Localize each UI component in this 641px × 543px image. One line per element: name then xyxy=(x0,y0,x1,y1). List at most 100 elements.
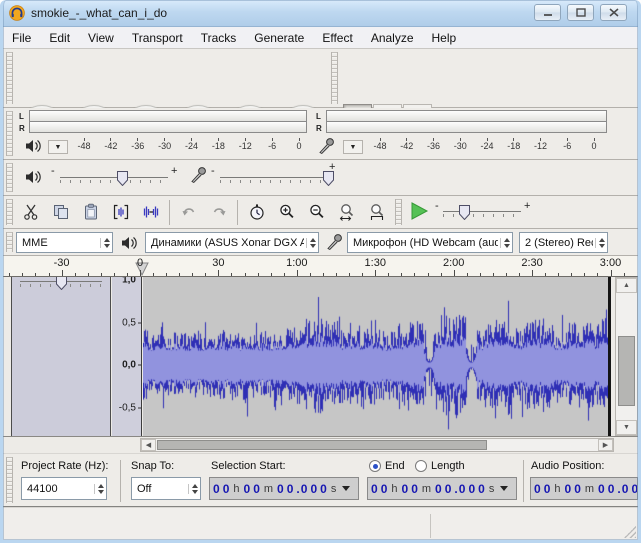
timefield-digit[interactable]: . xyxy=(617,482,620,496)
timefield-digit[interactable]: 0 xyxy=(411,482,418,496)
menu-tracks[interactable]: Tracks xyxy=(192,27,246,49)
timefield-digit[interactable]: 0 xyxy=(402,482,409,496)
timefield-digit[interactable]: 0 xyxy=(244,482,251,496)
menu-edit[interactable]: Edit xyxy=(40,27,79,49)
output-volume-slider[interactable] xyxy=(60,170,168,188)
track-pan-slider[interactable] xyxy=(20,277,102,290)
timefield-unit[interactable]: h xyxy=(391,483,397,495)
device-toolbar-grabber[interactable] xyxy=(6,232,13,252)
timefield-digit[interactable]: 0 xyxy=(310,482,317,496)
zoom-in-button[interactable] xyxy=(273,199,301,225)
vertical-ruler[interactable]: 1,00,50,0-0,5 xyxy=(112,277,142,436)
copy-button[interactable] xyxy=(47,199,75,225)
selection-start-field[interactable]: 00h00m00.000s xyxy=(209,477,359,500)
close-button[interactable] xyxy=(600,4,627,21)
menu-view[interactable]: View xyxy=(79,27,123,49)
timefield-digit[interactable]: 0 xyxy=(478,482,485,496)
timefield-digit[interactable]: 0 xyxy=(544,482,551,496)
zoom-out-button[interactable] xyxy=(303,199,331,225)
paste-button[interactable] xyxy=(77,199,105,225)
timefield-unit[interactable]: s xyxy=(489,483,495,495)
scroll-up-button[interactable]: ▲ xyxy=(616,278,637,293)
menu-transport[interactable]: Transport xyxy=(123,27,192,49)
selection-toolbar-grabber[interactable] xyxy=(6,457,13,503)
timefield-digit[interactable]: 0 xyxy=(608,482,615,496)
audio-host-select[interactable]: MME xyxy=(16,232,113,253)
menu-help[interactable]: Help xyxy=(423,27,466,49)
timefield-digit[interactable]: 0 xyxy=(445,482,452,496)
timefield-digit[interactable]: . xyxy=(454,482,457,496)
audio-position-field[interactable]: 00h00m00.000s xyxy=(530,477,638,500)
undo-button[interactable] xyxy=(175,199,203,225)
selection-end-field[interactable]: 00h00m00.000s xyxy=(367,477,517,500)
title-bar[interactable]: smokie_-_what_can_i_do xyxy=(0,0,641,27)
play-at-speed-button[interactable] xyxy=(405,198,433,224)
timefield-digit[interactable]: 0 xyxy=(213,482,220,496)
waveform-canvas[interactable] xyxy=(143,277,608,435)
vertical-scrollbar[interactable]: ▲ ▼ xyxy=(615,277,638,436)
project-rate-select[interactable]: 44100 xyxy=(21,477,107,500)
fit-selection-button[interactable] xyxy=(333,199,361,225)
playback-meter-grabber[interactable] xyxy=(6,111,13,156)
menu-file[interactable]: File xyxy=(3,27,40,49)
timefield-digit[interactable]: 0 xyxy=(631,482,638,496)
resize-grip-icon[interactable] xyxy=(624,526,636,538)
timefield-digit[interactable]: 0 xyxy=(253,482,260,496)
recording-device-select[interactable]: Микрофон (HD Webcam (audi xyxy=(347,232,513,253)
mixer-toolbar-grabber[interactable] xyxy=(6,163,13,192)
transport-toolbar-grabber[interactable] xyxy=(6,52,13,104)
recording-meter-dropdown[interactable]: ▼ xyxy=(343,140,363,154)
timefield-digit[interactable]: 0 xyxy=(534,482,541,496)
timefield-digit[interactable]: 0 xyxy=(622,482,629,496)
maximize-button[interactable] xyxy=(567,4,594,21)
timefield-unit[interactable]: m xyxy=(585,483,594,495)
timefield-digit[interactable]: 0 xyxy=(320,482,327,496)
sync-lock-button[interactable] xyxy=(243,199,271,225)
playback-meter-right-bar[interactable] xyxy=(29,121,307,133)
timeline-ruler[interactable]: -300301:001:302:002:303:00 xyxy=(3,256,638,277)
snap-to-select[interactable]: Off xyxy=(131,477,201,500)
waveform-track[interactable] xyxy=(143,277,608,436)
tools-toolbar-grabber[interactable] xyxy=(331,52,338,104)
trim-audio-button[interactable] xyxy=(107,199,135,225)
timefield-unit[interactable]: m xyxy=(264,483,273,495)
cut-button[interactable] xyxy=(17,199,45,225)
track-control-panel[interactable] xyxy=(11,277,111,436)
play-at-speed-grabber[interactable] xyxy=(395,199,402,225)
menu-effect[interactable]: Effect xyxy=(313,27,361,49)
menu-generate[interactable]: Generate xyxy=(245,27,313,49)
timefield-digit[interactable]: 0 xyxy=(301,482,308,496)
timefield-digit[interactable]: 0 xyxy=(598,482,605,496)
scroll-right-button[interactable]: ▶ xyxy=(598,439,613,451)
play-speed-slider[interactable] xyxy=(443,204,521,222)
timefield-unit[interactable]: m xyxy=(422,483,431,495)
timefield-dropdown-icon[interactable] xyxy=(342,486,350,491)
timefield-digit[interactable]: 0 xyxy=(468,482,475,496)
timefield-digit[interactable]: 0 xyxy=(565,482,572,496)
minimize-button[interactable] xyxy=(534,4,561,21)
timefield-digit[interactable]: 0 xyxy=(381,482,388,496)
length-radio[interactable] xyxy=(415,460,427,472)
timefield-digit[interactable]: 0 xyxy=(435,482,442,496)
timefield-digit[interactable]: 0 xyxy=(223,482,230,496)
timefield-dropdown-icon[interactable] xyxy=(500,486,508,491)
input-volume-slider[interactable] xyxy=(220,170,328,188)
play-speed-thumb[interactable] xyxy=(459,205,470,220)
scroll-left-button[interactable]: ◀ xyxy=(141,439,156,451)
fit-project-button[interactable] xyxy=(363,199,391,225)
timefield-digit[interactable]: 0 xyxy=(371,482,378,496)
timefield-digit[interactable]: . xyxy=(296,482,299,496)
output-volume-thumb[interactable] xyxy=(117,171,128,186)
timefield-unit[interactable]: h xyxy=(554,483,560,495)
scroll-down-button[interactable]: ▼ xyxy=(616,420,637,435)
playback-meter-dropdown[interactable]: ▼ xyxy=(48,140,68,154)
input-volume-thumb[interactable] xyxy=(323,171,334,186)
horizontal-scroll-thumb[interactable] xyxy=(157,440,487,450)
silence-audio-button[interactable] xyxy=(137,199,165,225)
timefield-digit[interactable]: 0 xyxy=(287,482,294,496)
edit-toolbar-grabber[interactable] xyxy=(6,199,13,225)
timefield-digit[interactable]: 0 xyxy=(459,482,466,496)
track-pan-thumb[interactable] xyxy=(56,277,67,290)
redo-button[interactable] xyxy=(205,199,233,225)
timefield-digit[interactable]: 0 xyxy=(277,482,284,496)
